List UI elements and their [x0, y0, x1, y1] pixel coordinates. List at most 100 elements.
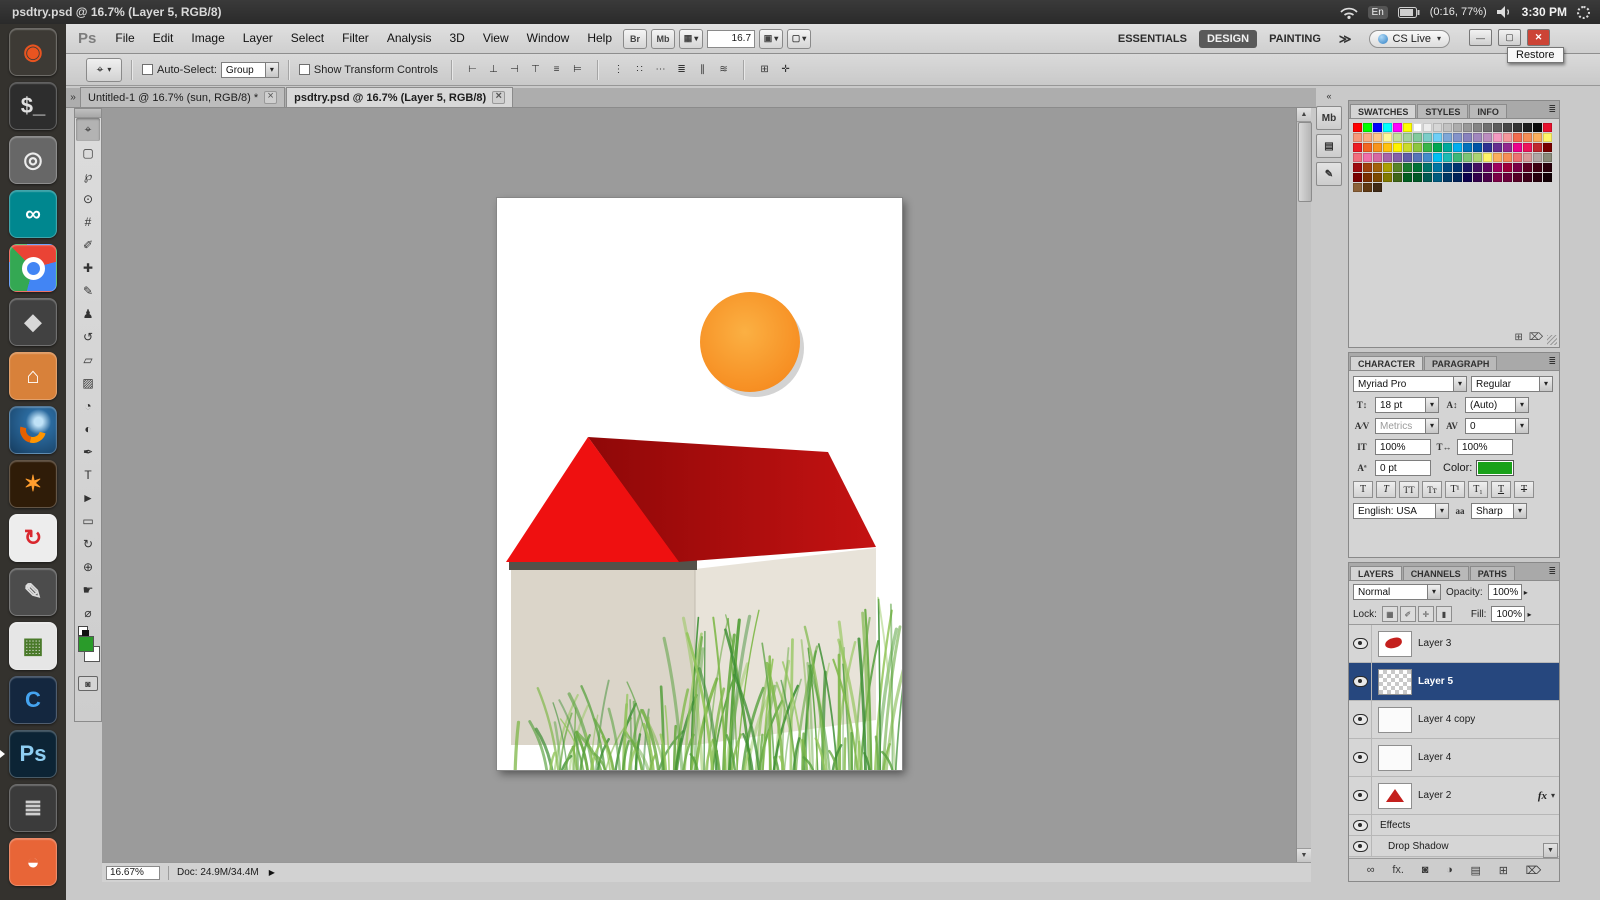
color-swatch[interactable]	[1393, 123, 1402, 132]
color-swatch[interactable]	[1463, 173, 1472, 182]
mini-bridge-button[interactable]: Mb	[651, 28, 676, 49]
layer-thumbnail[interactable]	[1378, 782, 1412, 809]
color-swatch[interactable]	[1393, 153, 1402, 162]
distribute-bottom-icon[interactable]: ⋯	[651, 60, 670, 80]
status-flyout-icon[interactable]: ▶	[269, 868, 275, 877]
color-swatch[interactable]	[1493, 133, 1502, 142]
color-swatch[interactable]	[1413, 163, 1422, 172]
tool-preset-button[interactable]: ⌖ ▾	[86, 57, 122, 82]
layer-thumbnail[interactable]	[1378, 706, 1412, 733]
eye-icon[interactable]	[1352, 714, 1368, 725]
color-swatch[interactable]	[1353, 183, 1362, 192]
align-bottom-edges-icon[interactable]: ⊨	[568, 60, 587, 80]
layer-thumbnail[interactable]	[1378, 744, 1412, 771]
launcher-software[interactable]: ◒	[9, 838, 57, 886]
launcher-screenshot[interactable]: ◎	[9, 136, 57, 184]
color-swatch[interactable]	[1543, 133, 1552, 142]
align-top-edges-icon[interactable]: ⊤	[526, 60, 545, 80]
quick-selection-tool[interactable]: ⊙	[76, 187, 100, 210]
superscript-button[interactable]: T¹	[1445, 481, 1465, 498]
color-swatch[interactable]	[1363, 163, 1372, 172]
screen-mode-button[interactable]: ▢ ▾	[787, 28, 812, 49]
layer-style-icon[interactable]: fx.	[1392, 864, 1404, 876]
launcher-item[interactable]	[9, 406, 57, 454]
layer-thumbnail[interactable]	[1378, 668, 1412, 695]
color-swatch[interactable]	[1413, 173, 1422, 182]
status-zoom-field[interactable]: 16.67%	[106, 865, 160, 880]
color-swatch[interactable]	[1473, 153, 1482, 162]
distribute-left-icon[interactable]: ≣	[672, 60, 691, 80]
panel-tab[interactable]: STYLES	[1417, 104, 1469, 118]
layer-name[interactable]: Drop Shadow	[1388, 841, 1449, 852]
layer-name[interactable]: Layer 5	[1418, 676, 1453, 687]
show-transform-checkbox[interactable]	[298, 64, 310, 75]
auto-select-dropdown[interactable]: Group	[220, 61, 279, 78]
bridge-button[interactable]: Br	[623, 28, 648, 49]
workspace-button[interactable]: PAINTING	[1261, 30, 1329, 48]
color-swatch[interactable]	[1433, 143, 1442, 152]
color-swatch[interactable]	[1543, 163, 1552, 172]
color-swatch[interactable]	[1413, 143, 1422, 152]
color-swatch[interactable]	[1353, 153, 1362, 162]
layer-name[interactable]: Layer 4 copy	[1418, 714, 1475, 725]
color-swatch[interactable]	[1513, 143, 1522, 152]
layer-row[interactable]: Layer 2 fx ▾	[1349, 777, 1559, 815]
color-swatch[interactable]	[1403, 133, 1412, 142]
quick-mask-button[interactable]: ◙	[78, 676, 98, 691]
color-swatch[interactable]	[1423, 123, 1432, 132]
color-swatch[interactable]	[1413, 133, 1422, 142]
menu-item[interactable]: Help	[578, 24, 621, 53]
launcher-inkscape[interactable]: ◆	[9, 298, 57, 346]
font-style-dropdown[interactable]: Regular	[1471, 376, 1553, 392]
underline-button[interactable]: T	[1491, 481, 1511, 498]
workspace-button[interactable]: ESSENTIALS	[1110, 30, 1195, 48]
launcher-item[interactable]	[9, 244, 57, 292]
layer-thumbnail[interactable]	[1378, 630, 1412, 657]
color-swatch[interactable]	[1503, 123, 1512, 132]
launcher-firefox[interactable]	[9, 406, 57, 454]
launcher-dash-home[interactable]: ◉	[9, 28, 57, 76]
color-swatch[interactable]	[1473, 123, 1482, 132]
color-swatch[interactable]	[1473, 173, 1482, 182]
launcher-item[interactable]: ◎	[9, 136, 57, 184]
shape-tool[interactable]: ▭	[76, 509, 100, 532]
color-swatch[interactable]	[1413, 123, 1422, 132]
color-swatch[interactable]	[1543, 173, 1552, 182]
zoom-tool[interactable]: ⌀	[76, 601, 100, 624]
distribute-v-centers-icon[interactable]: ∷	[630, 60, 649, 80]
launcher-item[interactable]: ↻	[9, 514, 57, 562]
color-swatch[interactable]	[1453, 133, 1462, 142]
workspace-overflow-icon[interactable]: ≫	[1331, 32, 1360, 46]
history-brush-tool[interactable]: ↺	[76, 325, 100, 348]
color-swatch[interactable]	[1433, 153, 1442, 162]
document-tab[interactable]: Untitled-1 @ 16.7% (sun, RGB/8) * ×	[80, 87, 286, 107]
menu-item[interactable]: 3D	[441, 24, 474, 53]
leading-dropdown[interactable]: (Auto)	[1465, 397, 1529, 413]
wifi-icon[interactable]	[1339, 6, 1358, 19]
volume-icon[interactable]	[1496, 6, 1512, 18]
color-swatch[interactable]	[1443, 133, 1452, 142]
layer-row[interactable]: Effects fx ▾	[1349, 815, 1559, 836]
color-swatch[interactable]	[1383, 123, 1392, 132]
color-swatch[interactable]	[1503, 163, 1512, 172]
expand-panels-icon[interactable]: «	[1318, 90, 1340, 102]
brush-tool[interactable]: ✎	[76, 279, 100, 302]
launcher-stack[interactable]: ≣	[9, 784, 57, 832]
color-swatch[interactable]	[1523, 153, 1532, 162]
font-size-dropdown[interactable]: 18 pt	[1375, 397, 1439, 413]
color-swatch[interactable]	[1363, 123, 1372, 132]
keyboard-indicator[interactable]: En	[1367, 5, 1388, 19]
color-swatch[interactable]	[1483, 173, 1492, 182]
auto-select-checkbox[interactable]	[142, 64, 153, 75]
default-colors-icon[interactable]	[78, 626, 89, 637]
layer-row[interactable]: Layer 5 fx ▾	[1349, 663, 1559, 701]
healing-brush-tool[interactable]: ✚	[76, 256, 100, 279]
color-swatch[interactable]	[1403, 143, 1412, 152]
launcher-item[interactable]: ⌂	[9, 352, 57, 400]
tab-overflow-icon[interactable]: »	[66, 88, 80, 107]
color-swatch[interactable]	[1483, 163, 1492, 172]
color-swatch[interactable]	[1463, 163, 1472, 172]
align-right-edges-icon[interactable]: ⊣	[505, 60, 524, 80]
color-swatch[interactable]	[1493, 173, 1502, 182]
distribute-top-icon[interactable]: ⋮	[609, 60, 628, 80]
